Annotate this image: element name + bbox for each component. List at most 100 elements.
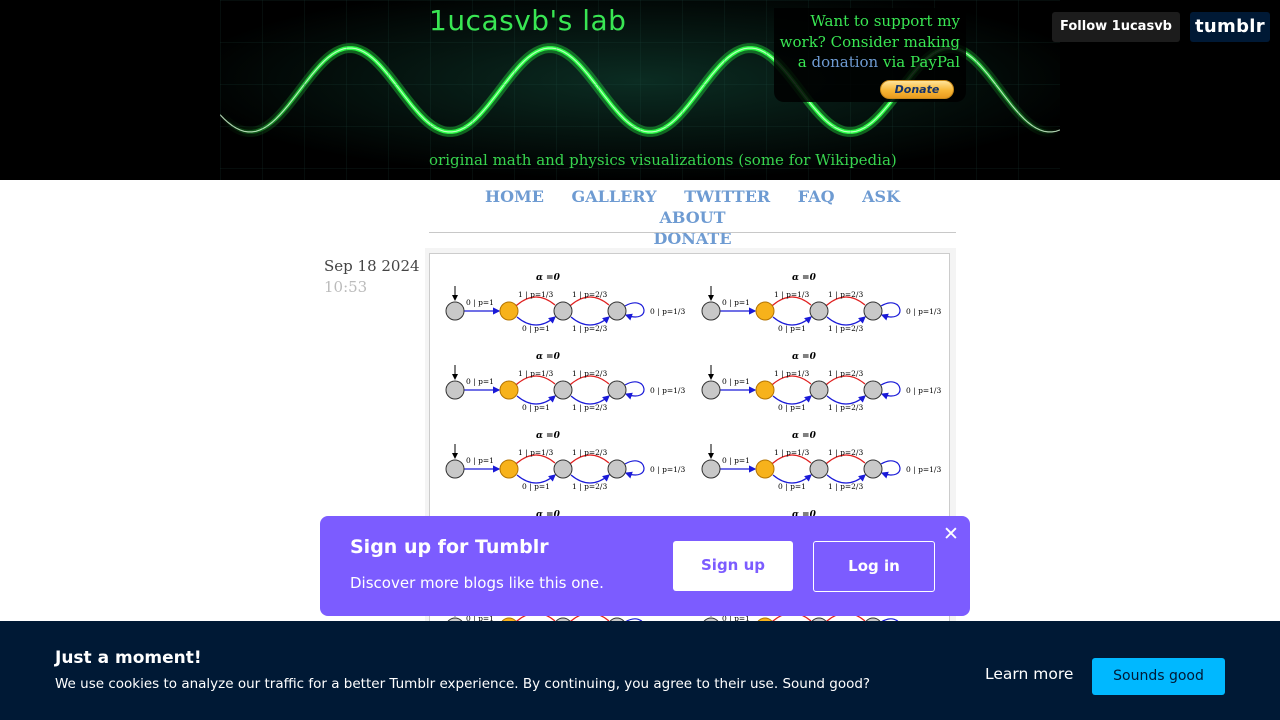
nav-ask[interactable]: ASK xyxy=(862,187,900,206)
edge-label: 1 | p=1/3 xyxy=(518,290,553,299)
edge-loop xyxy=(880,460,901,479)
learn-more-link[interactable]: Learn more xyxy=(985,665,1073,683)
edge-label: 1 | p=2/3 xyxy=(572,403,607,412)
cookie-heading: Just a moment! xyxy=(55,648,202,668)
edge-label: 0 | p=1/3 xyxy=(650,307,685,316)
state-node xyxy=(553,459,573,479)
alpha-label: α =0 xyxy=(792,431,817,441)
site-title[interactable]: 1ucasvb's lab xyxy=(429,4,626,37)
state-node xyxy=(863,380,883,400)
alpha-label: α =0 xyxy=(536,273,561,283)
nav-gallery[interactable]: GALLERY xyxy=(572,187,657,206)
edge-label: 1 | p=2/3 xyxy=(572,290,607,299)
state-node xyxy=(809,459,829,479)
edge-label: 1 | p=1/3 xyxy=(774,290,809,299)
edge-label: 0 | p=1 xyxy=(522,482,550,491)
edge-label: 0 | p=1 xyxy=(722,298,750,307)
edge-label: 0 | p=1 xyxy=(722,456,750,465)
edge-label: 1 | p=2/3 xyxy=(828,369,863,378)
alpha-label: α =0 xyxy=(792,273,817,283)
edge-label: 1 | p=2/3 xyxy=(828,324,863,333)
state-node-current xyxy=(755,459,775,479)
alpha-label: α =0 xyxy=(792,352,817,362)
state-node xyxy=(553,301,573,321)
nav-about[interactable]: ABOUT xyxy=(659,208,725,227)
post-date[interactable]: Sep 18 2024 xyxy=(324,257,420,275)
edge-label: 1 | p=1/3 xyxy=(518,369,553,378)
state-node xyxy=(701,301,721,321)
edge-label: 1 | p=2/3 xyxy=(828,448,863,457)
edge-label: 0 | p=1 xyxy=(778,403,806,412)
state-node xyxy=(445,301,465,321)
state-node xyxy=(863,459,883,479)
edge-label: 1 | p=2/3 xyxy=(572,369,607,378)
state-node xyxy=(607,301,627,321)
nav-faq[interactable]: FAQ xyxy=(798,187,835,206)
edge-label: 0 | p=1 xyxy=(778,482,806,491)
edge-label: 1 | p=2/3 xyxy=(828,403,863,412)
state-node xyxy=(445,380,465,400)
edge-label: 0 | p=1 xyxy=(722,377,750,386)
state-node xyxy=(607,459,627,479)
nav-home[interactable]: HOME xyxy=(485,187,544,206)
edge-label: 0 | p=1 xyxy=(778,324,806,333)
edge-label: 0 | p=1/3 xyxy=(650,386,685,395)
edge-label: 1 | p=2/3 xyxy=(572,448,607,457)
edge-label: 1 | p=1/3 xyxy=(774,448,809,457)
state-node xyxy=(809,301,829,321)
edge-label: 0 | p=1/3 xyxy=(906,386,941,395)
support-box: Want to support my work? Consider making… xyxy=(774,8,966,102)
close-icon[interactable]: ✕ xyxy=(943,524,959,544)
support-line-3-prefix: a xyxy=(797,53,807,71)
signup-subtext: Discover more blogs like this one. xyxy=(350,574,604,592)
signup-button[interactable]: Sign up xyxy=(673,541,793,591)
paypal-donate-button[interactable]: Donate xyxy=(880,80,954,99)
state-node xyxy=(701,459,721,479)
blog-header: 1ucasvb's lab original math and physics … xyxy=(0,0,1280,180)
edge-label: 0 | p=1/3 xyxy=(650,465,685,474)
site-description: original math and physics visualizations… xyxy=(429,151,897,169)
support-text: Want to support my work? Consider making… xyxy=(774,11,960,73)
edge-label: 1 | p=2/3 xyxy=(828,290,863,299)
state-node-current xyxy=(755,380,775,400)
nav-twitter[interactable]: TWITTER xyxy=(684,187,770,206)
post-time: 10:53 xyxy=(324,278,368,296)
edge-label: 1 | p=2/3 xyxy=(572,482,607,491)
edge-loop xyxy=(624,460,645,479)
state-node xyxy=(445,459,465,479)
state-node xyxy=(607,380,627,400)
nav-divider xyxy=(429,232,956,233)
edge-label: 0 | p=1 xyxy=(466,298,494,307)
edge-label: 0 | p=1/3 xyxy=(906,307,941,316)
login-button[interactable]: Log in xyxy=(813,541,935,592)
edge-label: 1 | p=2/3 xyxy=(572,324,607,333)
edge-loop xyxy=(880,302,901,321)
cookie-text: We use cookies to analyze our traffic fo… xyxy=(55,676,871,692)
edge-loop xyxy=(624,381,645,400)
state-node-current xyxy=(755,301,775,321)
edge-label: 0 | p=1 xyxy=(522,324,550,333)
support-line-1: Want to support my xyxy=(810,12,960,30)
edge-loop xyxy=(624,302,645,321)
state-node-current xyxy=(499,301,519,321)
alpha-label: α =0 xyxy=(536,431,561,441)
follow-button[interactable]: Follow 1ucasvb xyxy=(1052,12,1180,42)
signup-heading: Sign up for Tumblr xyxy=(350,536,549,558)
state-node xyxy=(553,380,573,400)
blog-nav: HOME GALLERY TWITTER FAQ ASK ABOUT DONAT… xyxy=(429,186,956,249)
signup-prompt: Sign up for Tumblr Discover more blogs l… xyxy=(320,516,970,616)
accept-cookies-button[interactable]: Sounds good xyxy=(1092,658,1225,695)
support-line-2: work? Consider making xyxy=(779,32,960,51)
edge-label: 0 | p=1 xyxy=(522,403,550,412)
alpha-label: α =0 xyxy=(536,352,561,362)
support-line-3-suffix: via PayPal xyxy=(883,53,960,71)
edge-label: 1 | p=2/3 xyxy=(828,482,863,491)
edge-label: 0 | p=1 xyxy=(466,377,494,386)
state-node-current xyxy=(499,459,519,479)
edge-label: 0 | p=1/3 xyxy=(906,465,941,474)
state-node xyxy=(701,380,721,400)
edge-label: 1 | p=1/3 xyxy=(774,369,809,378)
donation-link[interactable]: donation xyxy=(811,53,878,71)
edge-loop xyxy=(880,381,901,400)
tumblr-logo[interactable]: tumblr xyxy=(1190,12,1270,42)
